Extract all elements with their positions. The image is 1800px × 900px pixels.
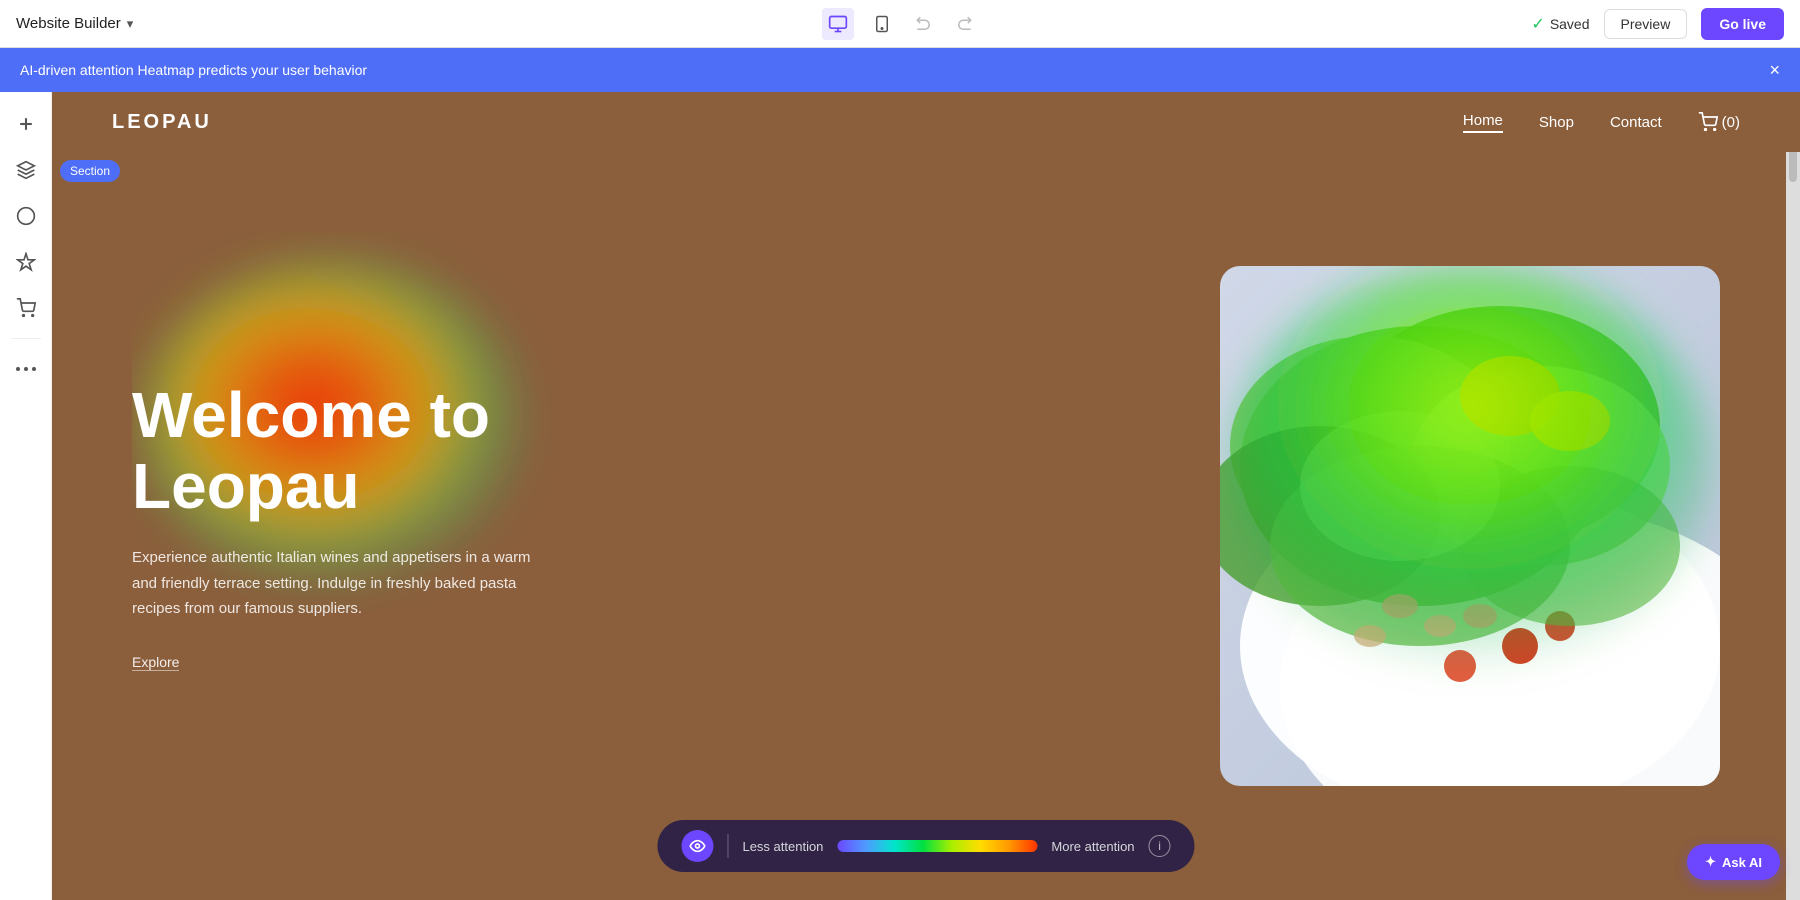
nav-link-home[interactable]: Home <box>1463 112 1503 133</box>
mobile-view-button[interactable] <box>866 8 898 40</box>
website-preview: LEOPAU Home Shop Contact (0) Section <box>52 92 1800 900</box>
saved-label: Saved <box>1550 16 1590 32</box>
toggle-heatmap-button[interactable] <box>681 830 713 862</box>
chevron-icon[interactable]: ▾ <box>127 16 134 32</box>
food-image <box>1220 266 1720 786</box>
ask-ai-button[interactable]: ✦ Ask AI <box>1687 844 1780 880</box>
sidebar-divider <box>11 338 41 339</box>
left-sidebar <box>0 92 52 900</box>
toolbar-right: ✓ Saved Preview Go live <box>1531 8 1784 40</box>
site-logo: LEOPAU <box>112 111 212 134</box>
add-element-button[interactable] <box>6 104 46 144</box>
attention-gradient-bar <box>837 840 1037 852</box>
cart-icon-wrap[interactable]: (0) <box>1698 112 1740 132</box>
toolbar-left: Website Builder ▾ <box>16 15 133 32</box>
desktop-view-button[interactable] <box>822 8 854 40</box>
layers-button[interactable] <box>6 150 46 190</box>
saved-check-icon: ✓ <box>1531 14 1544 34</box>
hero-image-container <box>1220 266 1720 786</box>
ai-tools-button[interactable] <box>6 242 46 282</box>
saved-indicator: ✓ Saved <box>1531 14 1589 34</box>
toolbar: Website Builder ▾ ✓ Saved <box>0 0 1800 48</box>
ask-ai-icon: ✦ <box>1705 854 1716 870</box>
nav-link-contact[interactable]: Contact <box>1610 114 1662 131</box>
redo-button[interactable] <box>950 10 978 38</box>
hero-title: Welcome toLeopau <box>132 380 1140 521</box>
golive-button[interactable]: Go live <box>1701 8 1784 40</box>
undo-button[interactable] <box>910 10 938 38</box>
legend-bar: Less attention More attention i <box>657 820 1194 872</box>
info-banner: AI-driven attention Heatmap predicts you… <box>0 48 1800 92</box>
banner-close-button[interactable]: × <box>1769 60 1780 81</box>
ecommerce-button[interactable] <box>6 288 46 328</box>
canvas-area: LEOPAU Home Shop Contact (0) Section <box>52 92 1800 900</box>
hero-content-left: Welcome toLeopau Experience authentic It… <box>52 320 1220 731</box>
cart-count: (0) <box>1722 114 1740 131</box>
toolbar-center <box>822 8 978 40</box>
shapes-button[interactable] <box>6 196 46 236</box>
legend-less-label: Less attention <box>742 839 823 854</box>
scroll-bar[interactable] <box>1786 92 1800 900</box>
hero-description: Experience authentic Italian wines and a… <box>132 545 532 622</box>
more-options-button[interactable] <box>6 349 46 389</box>
legend-divider <box>727 834 728 858</box>
banner-text: AI-driven attention Heatmap predicts you… <box>20 62 367 78</box>
legend-info-button[interactable]: i <box>1149 835 1171 857</box>
site-nav-links: Home Shop Contact (0) <box>1463 112 1740 133</box>
ask-ai-label: Ask AI <box>1722 855 1762 870</box>
toolbar-title[interactable]: Website Builder <box>16 15 121 32</box>
site-navigation: LEOPAU Home Shop Contact (0) <box>52 92 1800 152</box>
hero-section: Section <box>52 152 1800 900</box>
legend-more-label: More attention <box>1051 839 1134 854</box>
section-label[interactable]: Section <box>60 160 120 182</box>
main-layout: LEOPAU Home Shop Contact (0) Section <box>0 92 1800 900</box>
nav-link-shop[interactable]: Shop <box>1539 114 1574 131</box>
info-icon: i <box>1158 839 1161 853</box>
preview-button[interactable]: Preview <box>1604 9 1688 39</box>
hero-cta-button[interactable]: Explore <box>132 654 179 671</box>
